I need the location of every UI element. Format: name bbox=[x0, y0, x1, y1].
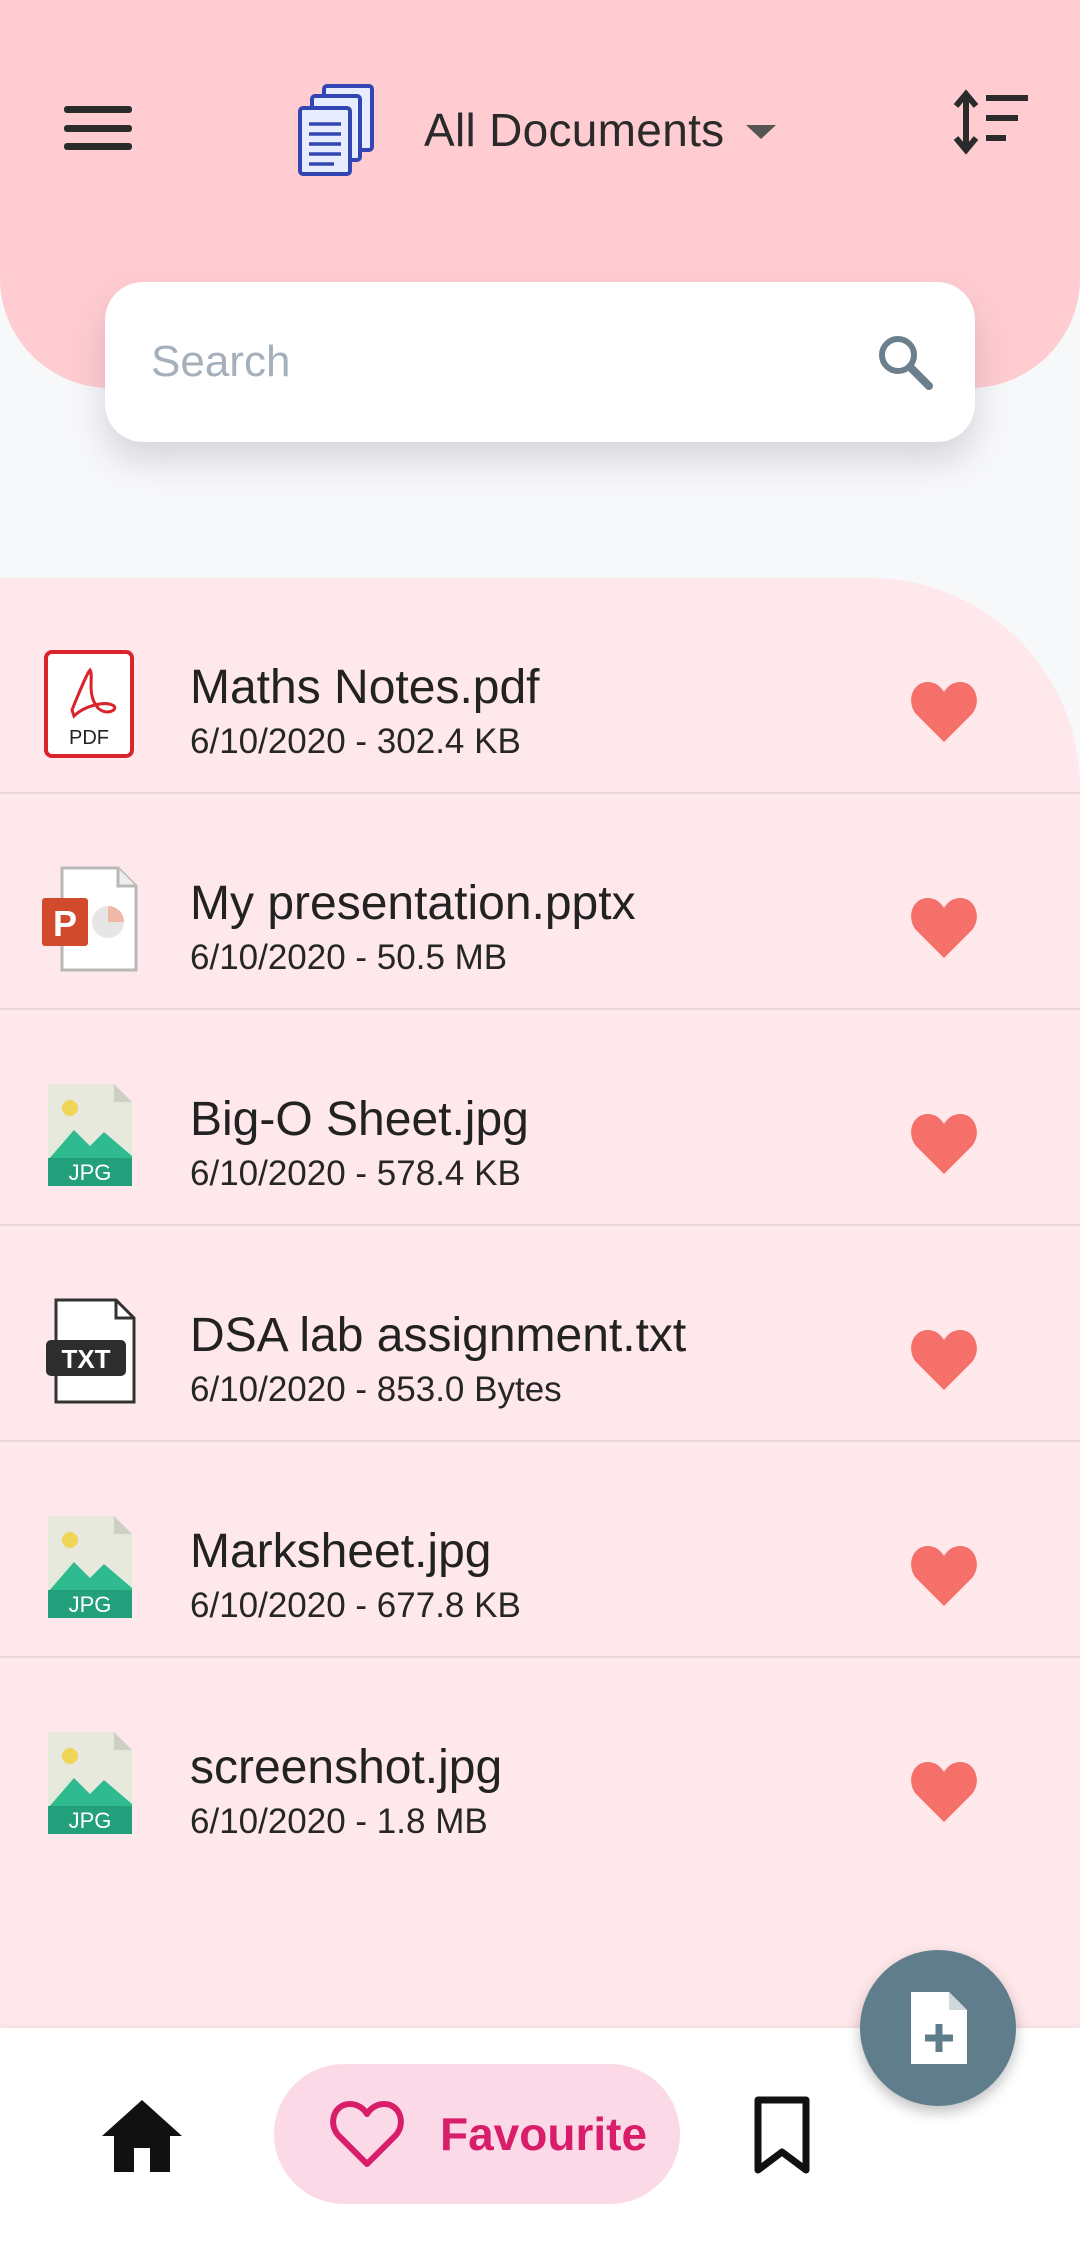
file-meta: 6/10/2020 - 677.8 KB bbox=[190, 1586, 521, 1625]
search-icon[interactable] bbox=[873, 330, 937, 394]
pdf-icon-label: PDF bbox=[69, 727, 109, 749]
file-meta: 6/10/2020 - 50.5 MB bbox=[190, 938, 508, 977]
file-list-item[interactable]: JPG Marksheet.jpg 6/10/2020 - 677.8 KB bbox=[0, 1442, 1080, 1658]
file-name: screenshot.jpg bbox=[190, 1741, 503, 1794]
heart-icon[interactable] bbox=[908, 678, 980, 744]
menu-button[interactable] bbox=[58, 100, 138, 156]
file-list-item[interactable]: JPG screenshot.jpg 6/10/2020 - 1.8 MB bbox=[0, 1658, 1080, 1874]
jpg-file-icon: JPG bbox=[48, 1516, 132, 1618]
search-bar bbox=[105, 282, 975, 442]
menu-icon-line bbox=[64, 106, 132, 113]
file-name: Maths Notes.pdf bbox=[190, 661, 540, 714]
jpg-file-icon: JPG bbox=[48, 1084, 132, 1186]
page-title: All Documents bbox=[424, 104, 725, 156]
jpg-file-icon: JPG bbox=[48, 1732, 132, 1834]
file-meta: 6/10/2020 - 1.8 MB bbox=[190, 1802, 488, 1841]
file-meta: 6/10/2020 - 302.4 KB bbox=[190, 722, 521, 761]
file-name: My presentation.pptx bbox=[190, 877, 636, 930]
txt-file-icon: TXT bbox=[46, 1298, 136, 1404]
file-name: Marksheet.jpg bbox=[190, 1525, 492, 1578]
file-name: DSA lab assignment.txt bbox=[190, 1309, 687, 1362]
txt-icon-label: TXT bbox=[61, 1344, 110, 1374]
file-list-item[interactable]: JPG Big-O Sheet.jpg 6/10/2020 - 578.4 KB bbox=[0, 1010, 1080, 1226]
file-list-item[interactable]: PDF Maths Notes.pdf 6/10/2020 - 302.4 KB bbox=[0, 578, 1080, 794]
file-name: Big-O Sheet.jpg bbox=[190, 1093, 529, 1146]
heart-icon[interactable] bbox=[908, 894, 980, 960]
jpg-icon-label: JPG bbox=[69, 1160, 112, 1185]
bookmark-icon[interactable] bbox=[750, 2094, 814, 2176]
caret-down-icon bbox=[746, 125, 777, 139]
pptx-file-icon: P bbox=[42, 866, 138, 972]
pptx-icon-label: P bbox=[53, 903, 77, 944]
home-icon[interactable] bbox=[100, 2096, 184, 2174]
jpg-icon-label: JPG bbox=[69, 1808, 112, 1833]
add-document-icon bbox=[911, 1992, 967, 2064]
menu-icon-line bbox=[64, 124, 132, 132]
jpg-icon-label: JPG bbox=[69, 1592, 112, 1617]
file-list-item[interactable]: TXT DSA lab assignment.txt 6/10/2020 - 8… bbox=[0, 1226, 1080, 1442]
menu-icon-line bbox=[64, 143, 132, 150]
file-meta: 6/10/2020 - 853.0 Bytes bbox=[190, 1370, 562, 1409]
nav-favourite-tab[interactable]: Favourite bbox=[274, 2064, 680, 2204]
document-filter-dropdown[interactable]: All Documents bbox=[296, 80, 777, 180]
search-input[interactable] bbox=[151, 337, 873, 387]
heart-icon[interactable] bbox=[908, 1110, 980, 1176]
pdf-file-icon: PDF bbox=[44, 650, 134, 758]
file-list: PDF Maths Notes.pdf 6/10/2020 - 302.4 KB… bbox=[0, 578, 1080, 2028]
documents-icon bbox=[298, 84, 374, 176]
file-meta: 6/10/2020 - 578.4 KB bbox=[190, 1154, 521, 1193]
sort-icon[interactable] bbox=[952, 88, 1032, 158]
file-list-item[interactable]: P My presentation.pptx 6/10/2020 - 50.5 … bbox=[0, 794, 1080, 1010]
add-document-button[interactable] bbox=[860, 1950, 1016, 2106]
heart-icon[interactable] bbox=[908, 1542, 980, 1608]
heart-icon[interactable] bbox=[908, 1758, 980, 1824]
heart-outline-icon bbox=[330, 2101, 404, 2167]
heart-icon[interactable] bbox=[908, 1326, 980, 1392]
nav-favourite-label: Favourite bbox=[440, 2108, 648, 2160]
